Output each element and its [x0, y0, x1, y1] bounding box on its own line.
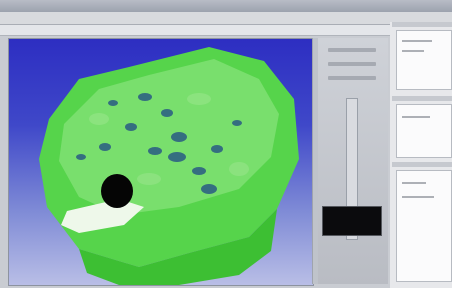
- properties-box[interactable]: [396, 104, 452, 158]
- properties-header: [392, 162, 452, 167]
- properties-box[interactable]: [396, 30, 452, 90]
- text-line: [402, 40, 432, 42]
- color-swatch[interactable]: [322, 206, 382, 236]
- properties-header: [392, 22, 452, 27]
- menu-bar[interactable]: [0, 12, 452, 25]
- control-row[interactable]: [328, 62, 376, 66]
- control-row[interactable]: [328, 48, 376, 52]
- control-row[interactable]: [328, 76, 376, 80]
- text-line: [402, 50, 424, 52]
- text-line: [402, 116, 430, 118]
- 3d-model-render: [39, 47, 299, 285]
- text-line: [402, 182, 426, 184]
- 3d-viewport[interactable]: [8, 38, 314, 286]
- model-hole: [101, 174, 133, 208]
- control-panel: [318, 38, 388, 284]
- properties-header: [392, 96, 452, 101]
- toolbar[interactable]: [0, 25, 452, 36]
- text-line: [402, 196, 434, 198]
- window-titlebar: [0, 0, 452, 12]
- properties-box[interactable]: [396, 170, 452, 282]
